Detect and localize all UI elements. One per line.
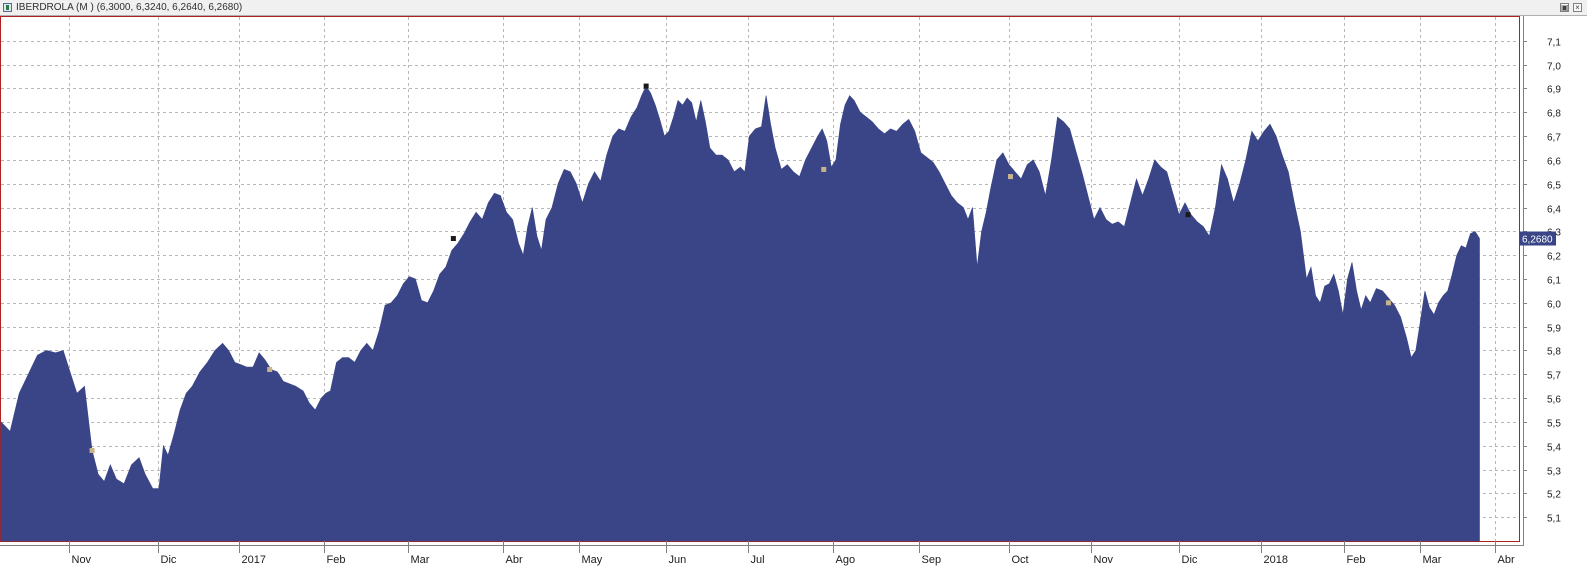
x-tick-label: Feb bbox=[327, 554, 346, 566]
y-tick-label: 6,6 bbox=[1547, 157, 1561, 168]
x-tick-label: Dic bbox=[161, 554, 177, 566]
y-tick-label: 5,3 bbox=[1547, 467, 1561, 478]
x-axis-ticks: Nov Dic 2017 Feb Mar Abr May Jun Jul Ago Sep Oct Nov… bbox=[69, 541, 1515, 566]
x-tick-label: Jul bbox=[751, 554, 765, 566]
x-tick-label: Feb bbox=[1347, 554, 1366, 566]
price-chart[interactable]: 5,15,25,35,45,55,65,75,85,96,06,16,26,36… bbox=[0, 16, 1587, 569]
y-tick-label: 5,1 bbox=[1547, 514, 1561, 525]
close-button[interactable]: × bbox=[1573, 3, 1582, 12]
y-tick-label: 6,8 bbox=[1547, 109, 1561, 120]
y-tick-label: 5,7 bbox=[1547, 371, 1561, 382]
y-tick-label: 6,2 bbox=[1547, 252, 1561, 263]
last-value-label: 6,2680 bbox=[1522, 235, 1553, 246]
price-marker bbox=[1185, 212, 1191, 218]
window-titlebar[interactable]: IBERDROLA (M ) (6,3000, 6,3240, 6,2640, … bbox=[0, 0, 1587, 16]
y-tick-label: 5,6 bbox=[1547, 395, 1561, 406]
y-tick-label: 6,5 bbox=[1547, 181, 1561, 192]
price-marker bbox=[89, 447, 95, 453]
price-marker bbox=[821, 166, 827, 172]
x-tick-label: Nov bbox=[1094, 554, 1114, 566]
x-tick-label: Mar bbox=[1423, 554, 1442, 566]
x-tick-label: Sep bbox=[922, 554, 942, 566]
price-marker bbox=[1385, 300, 1391, 306]
x-tick-label: Nov bbox=[72, 554, 92, 566]
y-tick-label: 7,1 bbox=[1547, 38, 1561, 49]
price-marker bbox=[643, 83, 649, 89]
y-tick-label: 6,0 bbox=[1547, 300, 1561, 311]
x-tick-label: Oct bbox=[1012, 554, 1029, 566]
x-tick-label: May bbox=[582, 554, 603, 566]
y-tick-label: 5,4 bbox=[1547, 443, 1561, 454]
y-axis-ticks: 5,15,25,35,45,55,65,75,85,96,06,16,26,36… bbox=[1523, 38, 1561, 525]
restore-button[interactable]: ▣ bbox=[1560, 3, 1569, 12]
price-marker bbox=[267, 367, 273, 373]
x-tick-label: Ago bbox=[836, 554, 856, 566]
y-tick-label: 6,1 bbox=[1547, 276, 1561, 287]
last-value-label-group: 6,2680 bbox=[1520, 231, 1556, 246]
x-tick-label: Dic bbox=[1182, 554, 1198, 566]
x-tick-label: Mar bbox=[411, 554, 430, 566]
x-tick-label: 2017 bbox=[242, 554, 266, 566]
y-tick-label: 7,0 bbox=[1547, 62, 1561, 73]
y-tick-label: 6,9 bbox=[1547, 85, 1561, 96]
y-tick-label: 6,4 bbox=[1547, 205, 1561, 216]
x-tick-label: Abr bbox=[506, 554, 523, 566]
chart-window: IBERDROLA (M ) (6,3000, 6,3240, 6,2640, … bbox=[0, 0, 1587, 569]
y-tick-label: 5,9 bbox=[1547, 324, 1561, 335]
y-tick-label: 6,7 bbox=[1547, 133, 1561, 144]
price-marker bbox=[1007, 174, 1013, 180]
x-tick-label: 2018 bbox=[1264, 554, 1288, 566]
price-marker bbox=[450, 236, 456, 242]
window-title: IBERDROLA (M ) (6,3000, 6,3240, 6,2640, … bbox=[16, 2, 243, 13]
chart-window-icon bbox=[3, 3, 12, 12]
x-tick-label: Abr bbox=[1498, 554, 1515, 566]
x-tick-label: Jun bbox=[669, 554, 687, 566]
y-tick-label: 5,5 bbox=[1547, 419, 1561, 430]
y-tick-label: 5,8 bbox=[1547, 347, 1561, 358]
y-tick-label: 5,2 bbox=[1547, 490, 1561, 501]
